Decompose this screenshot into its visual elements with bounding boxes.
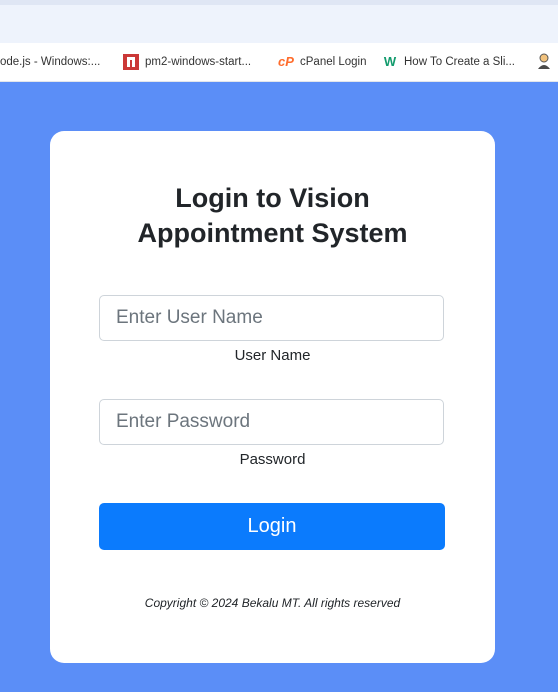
profile-avatar-icon[interactable]	[536, 52, 552, 70]
login-card: Login to Vision Appointment System User …	[50, 131, 495, 663]
username-label: User Name	[234, 347, 311, 364]
bookmark-pm2-windows-startup[interactable]: pm2-windows-start...	[123, 53, 251, 71]
bookmark-label: How To Create a Sli...	[404, 56, 516, 68]
title-line-1: Login to Vision	[175, 183, 370, 213]
title-line-2: Appointment System	[137, 218, 408, 248]
page-title: Login to Vision Appointment System	[50, 181, 495, 251]
copyright-text: Copyright © 2024 Bekalu MT. All rights r…	[144, 596, 401, 610]
bookmarks-bar: ode.js - Windows:... pm2-windows-start..…	[0, 43, 558, 82]
username-input[interactable]	[99, 295, 444, 341]
password-input[interactable]	[99, 399, 444, 445]
bookmark-cpanel-login[interactable]: cP cPanel Login	[278, 53, 367, 71]
cpanel-icon: cP	[278, 54, 294, 69]
bookmark-label: ode.js - Windows:...	[0, 56, 101, 68]
login-button[interactable]: Login	[99, 503, 445, 550]
password-label: Password	[239, 451, 306, 468]
bookmark-label: cPanel Login	[300, 56, 367, 68]
bookmark-how-to-create-slider[interactable]: W How To Create a Sli...	[382, 53, 515, 71]
browser-address-bar[interactable]	[0, 5, 558, 43]
bookmark-label: pm2-windows-start...	[145, 56, 252, 68]
w3schools-icon: W	[383, 54, 397, 69]
npm-icon	[123, 54, 139, 70]
bookmark-nodejs-windows[interactable]: ode.js - Windows:...	[0, 53, 100, 71]
